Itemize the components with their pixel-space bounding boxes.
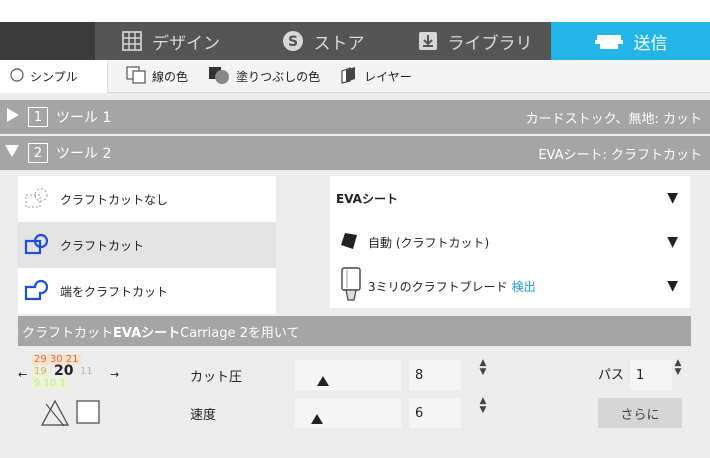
- passes-input[interactable]: 1: [630, 360, 672, 390]
- info-prefix: クラフトカット: [22, 325, 114, 341]
- action-dropdown-value: 自動 (クラフトカット): [368, 235, 490, 250]
- square-shape-icon: [76, 400, 100, 428]
- option-no-craft-cut[interactable]: クラフトカットなし: [18, 176, 276, 222]
- subtab-bar: シンプル 線の色 塗りつぶしの色 レイヤー: [0, 59, 710, 93]
- tool-1-material: カードストック、無地: カット: [525, 111, 702, 127]
- tool-2-number: 2: [28, 143, 48, 163]
- tab-left-spacer: [0, 22, 95, 60]
- option-craft-cut[interactable]: クラフトカット: [18, 222, 276, 268]
- tab-send-label: 送信: [633, 33, 668, 54]
- tab-store[interactable]: S ストア: [247, 22, 399, 60]
- grid-icon: [122, 31, 142, 51]
- action-dropdown[interactable]: 自動 (クラフトカット) ▼: [330, 220, 690, 264]
- more-button[interactable]: さらに: [598, 398, 682, 428]
- download-box-icon: [418, 31, 438, 51]
- craft-cut-icon: [24, 233, 52, 258]
- main-tabs: デザイン S ストア ライブラリ 送信: [0, 22, 710, 60]
- cut-options-panel: クラフトカットなし クラフトカット 端をクラフトカット: [18, 176, 276, 314]
- tool-row-2[interactable]: 2 ツール 2 EVAシート: クラフトカット: [0, 136, 710, 170]
- matrix-middle-left: 19: [32, 366, 49, 377]
- matrix-middle-center: 20: [54, 363, 74, 379]
- subtab-layer-label: レイヤー: [364, 69, 412, 84]
- force-label: カット圧: [190, 370, 243, 385]
- subtab-line-color-label: 線の色: [152, 69, 189, 84]
- tab-store-label: ストア: [313, 33, 365, 54]
- subtab-simple[interactable]: シンプル: [0, 59, 108, 93]
- matrix-middle-right: 11: [80, 366, 93, 377]
- no-craft-cut-icon: [24, 187, 52, 212]
- fill-color-icon: [208, 66, 230, 87]
- chevron-down-icon: ▼: [667, 190, 678, 206]
- tab-design[interactable]: デザイン: [95, 22, 247, 60]
- tab-library-label: ライブラリ: [447, 33, 533, 54]
- speed-value: 6: [415, 405, 424, 421]
- info-material: EVAシート: [113, 325, 181, 341]
- subtab-layer[interactable]: レイヤー: [330, 60, 422, 93]
- force-slider[interactable]: [295, 360, 401, 390]
- chevron-down-icon: ▼: [667, 234, 678, 250]
- blade-dropdown[interactable]: 3ミリのクラフトブレード 検出 ▼: [330, 264, 690, 308]
- option-craft-cut-label: クラフトカット: [60, 238, 145, 253]
- arrow-right-icon[interactable]: →: [110, 368, 119, 381]
- tab-send[interactable]: 送信: [551, 22, 710, 60]
- speed-stepper[interactable]: ▲ ▼: [478, 397, 488, 415]
- tab-design-label: デザイン: [152, 33, 220, 54]
- test-cut-matrix: ← 29 30 21 19 20 11 9 10 1 →: [18, 354, 128, 389]
- detect-link[interactable]: 検出: [512, 278, 536, 295]
- subtab-simple-label: シンプル: [30, 69, 78, 84]
- force-input[interactable]: 8: [409, 360, 461, 390]
- force-stepper[interactable]: ▲ ▼: [478, 359, 488, 377]
- force-value: 8: [415, 367, 424, 383]
- option-edge-craft-cut[interactable]: 端をクラフトカット: [18, 268, 276, 314]
- tool-1-number: 1: [28, 107, 48, 127]
- layer-icon: [340, 66, 358, 87]
- more-button-label: さらに: [620, 407, 660, 423]
- speed-input[interactable]: 6: [409, 398, 461, 428]
- blade-dropdown-value: 3ミリのクラフトブレード: [368, 279, 508, 294]
- line-color-icon: [126, 65, 146, 87]
- send-machine-icon: [594, 31, 624, 51]
- subtab-fill-color[interactable]: 塗りつぶしの色: [198, 60, 330, 93]
- passes-stepper[interactable]: ▲ ▼: [673, 359, 683, 377]
- matrix-bottom-row: 9 10 1: [32, 378, 68, 389]
- tool-2-label: ツール 2: [56, 146, 112, 162]
- auto-cut-icon: [340, 232, 358, 253]
- title-bar: [0, 0, 710, 22]
- material-dropdown-value: EVAシート: [336, 191, 398, 206]
- craft-blade-icon: [340, 266, 362, 306]
- settings-dropdowns: EVAシート ▼ 自動 (クラフトカット) ▼ 3ミリのクラフトブレード 検出 …: [330, 176, 690, 308]
- triangle-shape-icon: [40, 398, 70, 432]
- passes-label: パス: [598, 368, 625, 383]
- tool-2-material: EVAシート: クラフトカット: [538, 147, 702, 163]
- option-no-craft-cut-label: クラフトカットなし: [60, 192, 169, 207]
- material-dropdown[interactable]: EVAシート ▼: [330, 176, 690, 220]
- settings-area: ← 29 30 21 19 20 11 9 10 1 → カット圧 8 ▲ ▼ パ…: [18, 346, 691, 432]
- tool-1-label: ツール 1: [56, 110, 112, 126]
- speed-slider[interactable]: [295, 398, 401, 428]
- speed-label: 速度: [190, 408, 217, 423]
- subtab-line-color[interactable]: 線の色: [116, 60, 198, 93]
- passes-value: 1: [636, 367, 645, 383]
- radio-circle-icon: [10, 67, 24, 85]
- tab-library[interactable]: ライブラリ: [399, 22, 551, 60]
- arrow-left-icon[interactable]: ←: [18, 368, 27, 381]
- info-suffix: Carriage 2を用いて: [180, 325, 300, 341]
- svg-text:S: S: [287, 34, 297, 50]
- tool-row-1[interactable]: 1 ツール 1 カードストック、無地: カット: [0, 100, 710, 134]
- edge-craft-cut-icon: [24, 279, 52, 304]
- store-s-icon: S: [282, 30, 304, 52]
- expand-triangle-icon: [6, 107, 20, 127]
- option-edge-craft-cut-label: 端をクラフトカット: [60, 284, 169, 299]
- carriage-info-bar: クラフトカット EVAシート Carriage 2を用いて: [18, 316, 691, 346]
- subtab-fill-color-label: 塗りつぶしの色: [236, 69, 321, 84]
- chevron-down-icon: ▼: [667, 278, 678, 294]
- collapse-triangle-icon: [4, 144, 20, 162]
